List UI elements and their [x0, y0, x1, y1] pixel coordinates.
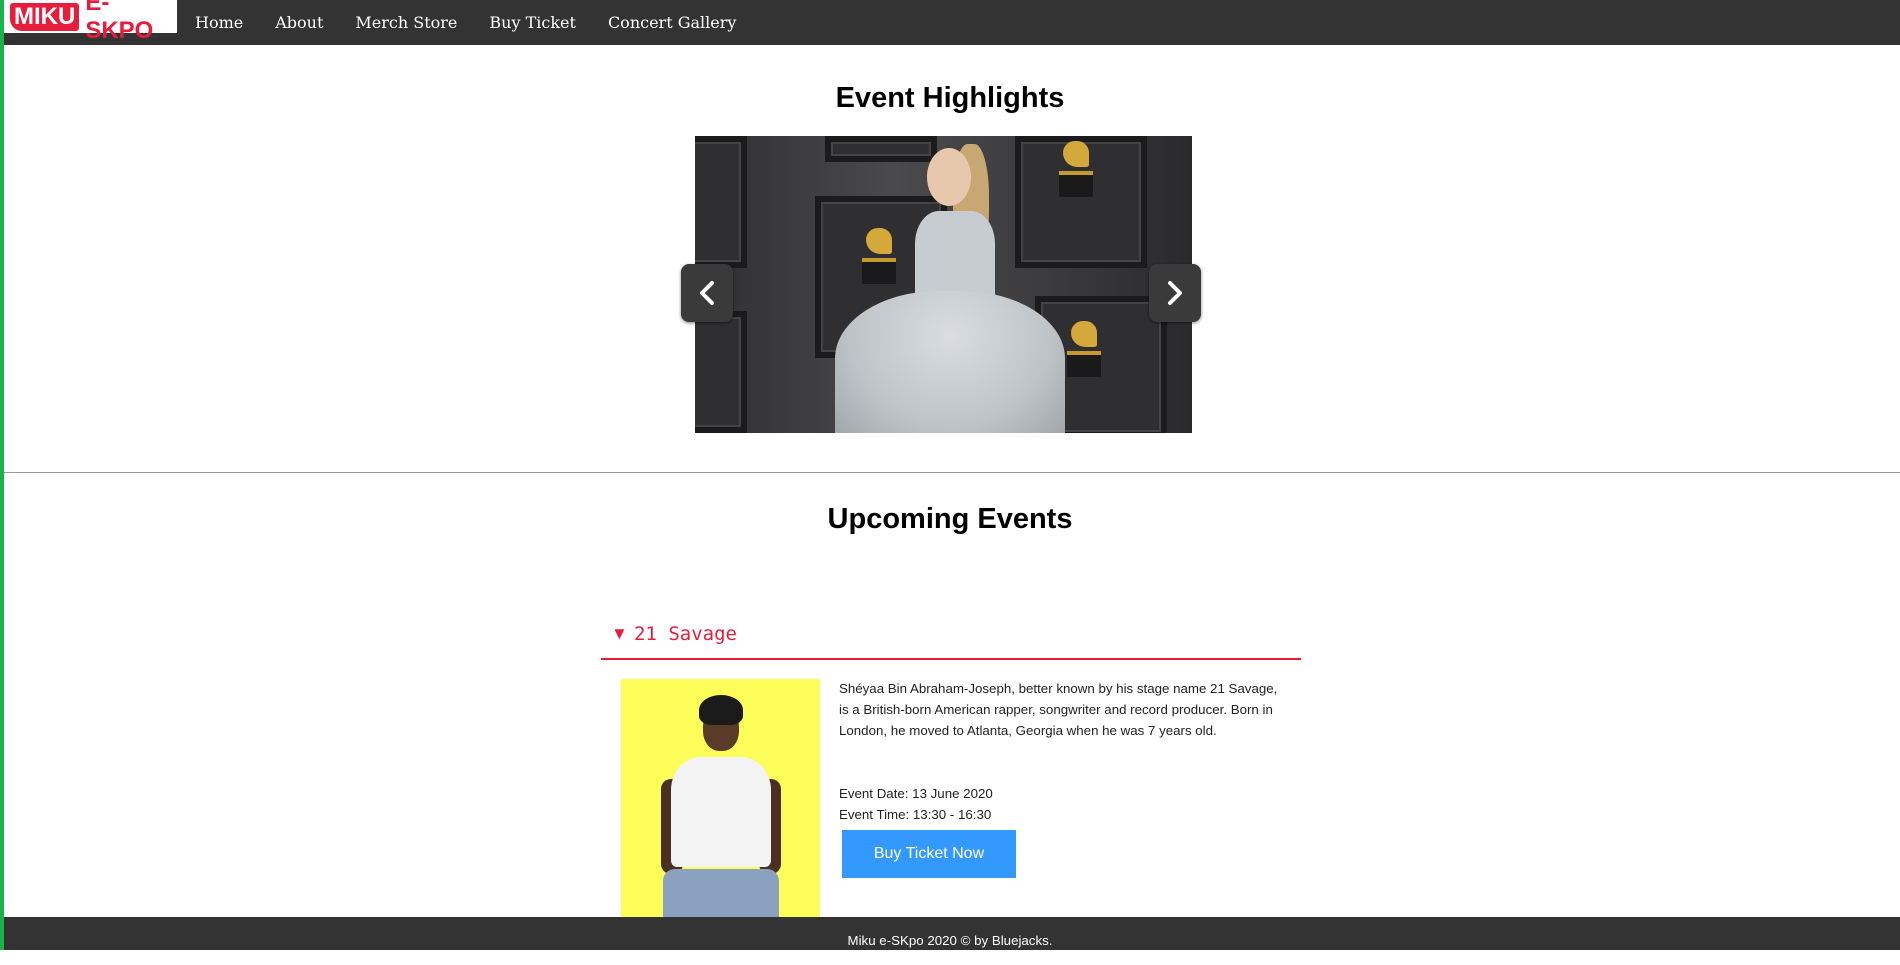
event-name: 21 Savage — [634, 623, 737, 645]
photo-jeans — [663, 869, 779, 917]
grammy-trophy — [860, 228, 898, 284]
chevron-right-icon — [1168, 281, 1182, 305]
caret-down-icon: ▼ — [611, 624, 628, 643]
navbar: MIKU E-SKPO Home About Merch Store Buy T… — [0, 0, 1900, 45]
figure-dress — [835, 291, 1065, 433]
carousel-prev-button[interactable] — [681, 264, 733, 322]
nav-item-home[interactable]: Home — [195, 13, 243, 32]
nav-links: Home About Merch Store Buy Ticket Concer… — [195, 0, 768, 45]
event-highlights-title: Event Highlights — [835, 82, 1065, 114]
logo-part2: E-SKPO — [85, 0, 154, 44]
photo-shirt — [671, 757, 771, 867]
carousel-next-button[interactable] — [1149, 264, 1201, 322]
figure-head — [927, 148, 971, 206]
section-divider — [4, 472, 1900, 473]
grammy-trophy — [1065, 321, 1103, 377]
left-edge-strip — [0, 0, 4, 950]
backdrop-frame — [825, 136, 937, 162]
carousel-slide-image — [695, 136, 1192, 433]
nav-item-about[interactable]: About — [275, 13, 323, 32]
event-description: Shéyaa Bin Abraham-Joseph, better known … — [839, 681, 1278, 738]
footer-text: Miku e-SKpo 2020 © by Bluejacks. — [847, 933, 1053, 948]
logo-part1: MIKU — [10, 2, 80, 31]
grammy-trophy — [1057, 141, 1095, 197]
backdrop-frame — [695, 311, 747, 433]
buy-ticket-now-button[interactable]: Buy Ticket Now — [842, 830, 1016, 878]
highlights-carousel — [681, 136, 1201, 433]
upcoming-events-title: Upcoming Events — [827, 503, 1073, 535]
chevron-left-icon — [700, 281, 714, 305]
artist-photo — [621, 679, 820, 917]
backdrop-frame — [695, 136, 747, 268]
nav-item-concert-gallery[interactable]: Concert Gallery — [608, 13, 736, 32]
photo-hair — [699, 695, 743, 725]
footer: Miku e-SKpo 2020 © by Bluejacks. — [0, 917, 1900, 950]
site-logo[interactable]: MIKU E-SKPO — [4, 0, 177, 44]
event-accordion-header[interactable]: ▼ 21 Savage — [601, 620, 1301, 660]
nav-item-buy-ticket[interactable]: Buy Ticket — [489, 13, 576, 32]
event-date: Event Date: 13 June 2020 — [839, 786, 993, 801]
event-info: Event Date: 13 June 2020 Event Time: 13:… — [839, 783, 993, 825]
nav-item-merch-store[interactable]: Merch Store — [355, 13, 457, 32]
event-time: Event Time: 13:30 - 16:30 — [839, 807, 992, 822]
